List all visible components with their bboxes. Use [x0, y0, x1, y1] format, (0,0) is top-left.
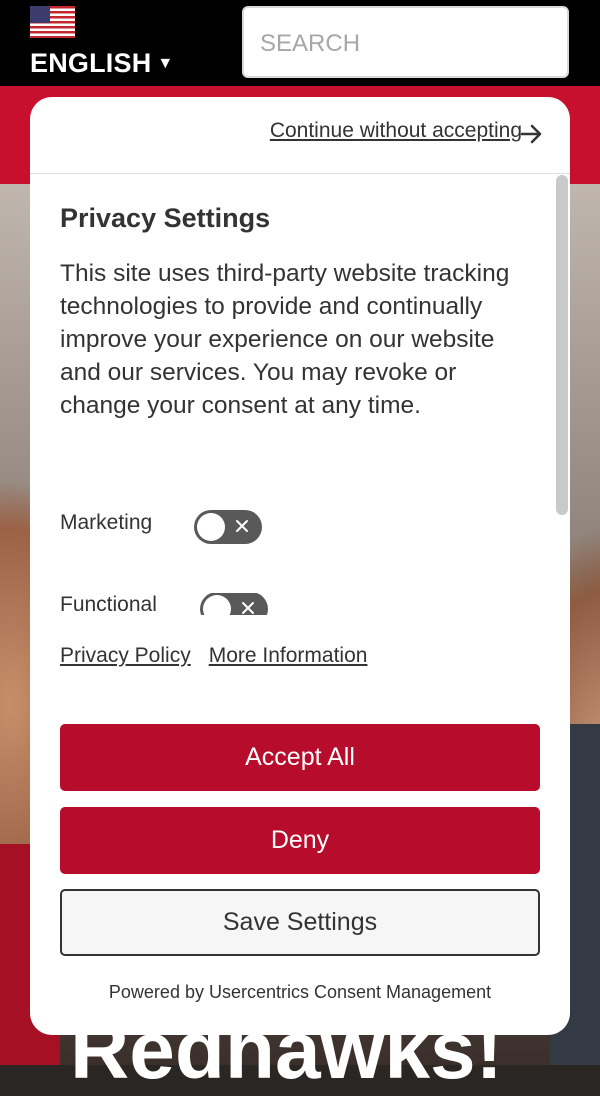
x-icon — [236, 520, 248, 532]
us-flag-icon[interactable] — [30, 6, 75, 38]
search-input[interactable]: SEARCH — [242, 6, 569, 78]
toggle-label: Functional — [60, 593, 157, 615]
divider — [30, 173, 570, 174]
x-icon — [242, 602, 254, 614]
privacy-consent-dialog: Continue without accepting Privacy Setti… — [30, 97, 570, 1035]
accept-all-button[interactable]: Accept All — [60, 724, 540, 791]
powered-by-text: Powered by Usercentrics Consent Manageme… — [108, 982, 492, 1002]
language-label: ENGLISH — [30, 48, 152, 78]
arrow-right-icon[interactable] — [520, 123, 544, 145]
dialog-description: This site uses third-party website track… — [60, 260, 510, 419]
language-selector[interactable]: ENGLISH ▼ — [30, 48, 173, 79]
privacy-policy-link[interactable]: Privacy Policy — [60, 644, 191, 667]
save-settings-button[interactable]: Save Settings — [60, 889, 540, 956]
policy-links: Privacy Policy More Information — [60, 644, 385, 668]
toggle-label: Marketing — [60, 511, 153, 534]
scrollbar[interactable] — [556, 175, 568, 515]
functional-toggle[interactable] — [200, 593, 268, 615]
dialog-title: Privacy Settings — [60, 203, 271, 233]
caret-down-icon: ▼ — [157, 55, 174, 72]
marketing-toggle[interactable] — [194, 510, 262, 544]
deny-button[interactable]: Deny — [60, 807, 540, 874]
more-information-link[interactable]: More Information — [209, 644, 368, 667]
site-header: ENGLISH ▼ SEARCH — [0, 0, 600, 86]
continue-without-accepting-link[interactable]: Continue without accepting — [270, 119, 522, 143]
